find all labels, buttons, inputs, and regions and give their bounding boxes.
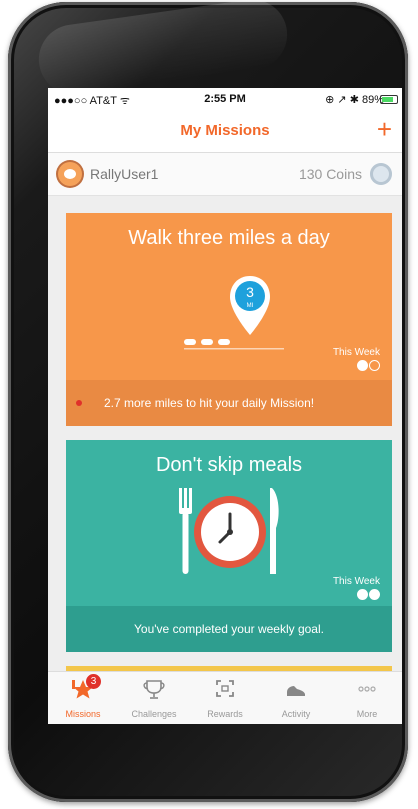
tab-label: Activity xyxy=(281,709,311,719)
mission-footer: You've completed your weekly goal. xyxy=(66,606,392,652)
avatar[interactable] xyxy=(58,162,82,186)
missions-badge: 3 xyxy=(86,674,101,689)
tab-rewards[interactable]: Rewards xyxy=(190,672,260,724)
mission-footer: 2.7 more miles to hit your daily Mission… xyxy=(66,380,392,426)
pin-unit: MI xyxy=(247,303,254,309)
mission-title: Don't skip meals xyxy=(155,454,303,476)
status-indicators: ⊕ ↗ ✱ 89% xyxy=(325,94,384,106)
mission-card-walk[interactable]: Walk three miles a day 3 MI This Week 2.… xyxy=(66,213,392,426)
road-dashes-icon xyxy=(184,339,284,350)
tab-more[interactable]: More xyxy=(332,672,402,724)
mission-status-text: You've completed your weekly goal. xyxy=(134,622,324,636)
more-icon xyxy=(358,686,376,692)
pin-number: 3 xyxy=(246,284,254,300)
alert-dot-icon xyxy=(76,400,82,406)
this-week-indicator: This Week xyxy=(333,576,380,600)
coin-balance: 130 Coins xyxy=(298,166,362,182)
week-progress-dots xyxy=(333,589,380,600)
tab-activity[interactable]: Activity xyxy=(261,672,331,724)
battery-icon xyxy=(380,95,398,104)
coin-icon[interactable] xyxy=(370,163,392,185)
tab-label: Challenges xyxy=(131,709,177,719)
nav-bar: My Missions + xyxy=(48,110,402,153)
add-mission-button[interactable]: + xyxy=(377,114,392,144)
clock-fork-knife-icon xyxy=(179,488,279,574)
rewards-icon xyxy=(216,680,234,697)
missions-icon xyxy=(72,680,93,699)
phone-sheen xyxy=(34,0,292,100)
mission-title: Walk three miles a day xyxy=(128,227,330,249)
user-bar: RallyUser1 130 Coins xyxy=(48,153,402,196)
this-week-indicator: This Week xyxy=(333,347,380,371)
tab-label: Rewards xyxy=(207,709,243,719)
trophy-icon xyxy=(143,680,165,699)
mission-card-meals[interactable]: Don't skip meals This Week You've comple… xyxy=(66,440,392,652)
tab-challenges[interactable]: Challenges xyxy=(119,672,189,724)
shoe-icon xyxy=(287,686,305,696)
phone-frame: ●●●○○ AT&T ᯤ 2:55 PM ⊕ ↗ ✱ 89% My Missio… xyxy=(8,0,408,802)
tab-bar: 3 Missions Challenges Rewards Activity M… xyxy=(48,671,402,724)
tab-label: More xyxy=(356,709,378,719)
status-bar: ●●●○○ AT&T ᯤ 2:55 PM ⊕ ↗ ✱ 89% xyxy=(48,88,402,110)
week-label: This Week xyxy=(332,576,380,587)
mission-status-text: 2.7 more miles to hit your daily Mission… xyxy=(104,396,315,410)
tab-missions[interactable]: 3 Missions xyxy=(48,672,118,724)
week-label: This Week xyxy=(332,347,380,358)
map-pin-icon: 3 MI xyxy=(230,276,270,335)
username[interactable]: RallyUser1 xyxy=(90,166,158,182)
tab-label: Missions xyxy=(65,709,101,719)
app-screen: ●●●○○ AT&T ᯤ 2:55 PM ⊕ ↗ ✱ 89% My Missio… xyxy=(48,88,402,724)
page-title: My Missions xyxy=(180,122,270,139)
week-progress-dots xyxy=(333,360,380,371)
